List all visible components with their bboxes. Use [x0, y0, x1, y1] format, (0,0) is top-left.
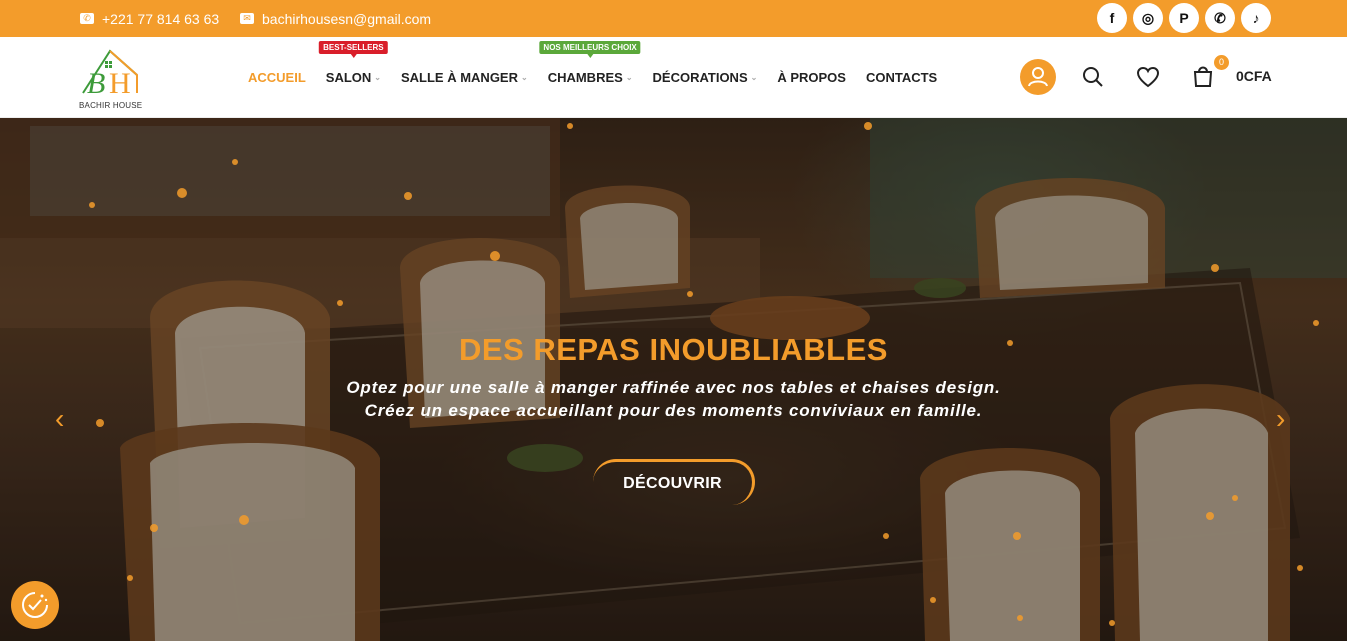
- pinterest-icon[interactable]: P: [1169, 3, 1199, 33]
- svg-text:H: H: [109, 67, 131, 100]
- nav-item-contacts[interactable]: CONTACTS: [866, 70, 937, 85]
- discover-button[interactable]: DÉCOUVRIR: [593, 459, 755, 505]
- house-logo-icon: B H: [82, 49, 138, 100]
- cookie-consent-button[interactable]: [11, 581, 59, 629]
- tiktok-icon[interactable]: ♪: [1241, 3, 1271, 33]
- nav-item-decorations[interactable]: DÉCORATIONS ⌄: [653, 70, 758, 85]
- phone-contact[interactable]: ✆ +221 77 814 63 63: [80, 0, 219, 37]
- mail-icon: ✉: [240, 13, 254, 24]
- phone-icon: ✆: [80, 13, 94, 24]
- wishlist-heart-icon[interactable]: [1136, 66, 1160, 88]
- best-choice-badge: NOS MEILLEURS CHOIX: [539, 41, 641, 58]
- chevron-down-icon: ⌄: [374, 73, 381, 82]
- instagram-icon[interactable]: ◎: [1133, 3, 1163, 33]
- cookie-check-icon: [22, 592, 48, 618]
- social-links: f ◎ P ✆ ♪: [1097, 3, 1271, 33]
- email-contact[interactable]: ✉ bachirhousesn@gmail.com: [240, 0, 431, 37]
- nav-label: DÉCORATIONS: [652, 70, 748, 85]
- slider-next-chevron-icon[interactable]: ›: [1276, 403, 1285, 435]
- nav-label: À PROPOS: [777, 70, 846, 85]
- phone-number: +221 77 814 63 63: [102, 10, 220, 27]
- chevron-down-icon: ⌄: [520, 73, 528, 82]
- email-address: bachirhousesn@gmail.com: [262, 10, 432, 27]
- nav-label: SALON: [325, 70, 372, 85]
- chevron-down-icon: ⌄: [625, 73, 633, 82]
- facebook-icon[interactable]: f: [1097, 3, 1127, 33]
- cart-total[interactable]: 0CFA: [1236, 68, 1272, 84]
- user-icon: [1028, 67, 1048, 87]
- svg-text:B: B: [87, 67, 105, 100]
- logo-text: BACHIR HOUSE: [79, 101, 143, 110]
- nav-item-chambres[interactable]: NOS MEILLEURS CHOIX CHAMBRES ⌄: [539, 41, 641, 85]
- nav-item-accueil[interactable]: ACCUEIL: [248, 70, 306, 85]
- slider-prev-chevron-icon[interactable]: ‹: [55, 403, 64, 435]
- top-bar: ✆ +221 77 814 63 63 ✉ bachirhousesn@gmai…: [0, 0, 1347, 37]
- chevron-down-icon: ⌄: [750, 73, 758, 82]
- hero-subtitle-line-1: Optez pour une salle à manger raffinée a…: [346, 378, 1001, 397]
- nav-label: SALLE À MANGER: [400, 70, 518, 85]
- hero-slider: DES REPAS INOUBLIABLES Optez pour une sa…: [0, 118, 1347, 641]
- nav-label: CHAMBRES: [547, 70, 623, 85]
- site-logo[interactable]: B H BACHIR HOUSE: [79, 45, 143, 111]
- hero-subtitle-line-2: Créez un espace accueillant pour des mom…: [364, 401, 983, 420]
- cart-bag-icon[interactable]: [1192, 64, 1214, 88]
- hero-title: DES REPAS INOUBLIABLES: [459, 332, 888, 367]
- best-sellers-badge: BEST-SELLERS: [319, 41, 388, 58]
- nav-item-salle-a-manger[interactable]: SALLE À MANGER ⌄: [401, 70, 528, 85]
- main-header: B H BACHIR HOUSE ACCUEIL BEST-SELLERS SA…: [0, 37, 1347, 118]
- nav-item-salon[interactable]: BEST-SELLERS SALON ⌄: [319, 41, 388, 85]
- main-navigation: ACCUEIL BEST-SELLERS SALON ⌄ SALLE À MAN…: [248, 37, 957, 118]
- whatsapp-icon[interactable]: ✆: [1205, 3, 1235, 33]
- nav-label: CONTACTS: [865, 70, 938, 85]
- nav-item-a-propos[interactable]: À PROPOS: [777, 70, 846, 85]
- search-icon[interactable]: [1082, 66, 1104, 88]
- nav-label: ACCUEIL: [248, 70, 306, 85]
- cart-count-badge: 0: [1214, 55, 1229, 70]
- account-button[interactable]: [1020, 59, 1056, 95]
